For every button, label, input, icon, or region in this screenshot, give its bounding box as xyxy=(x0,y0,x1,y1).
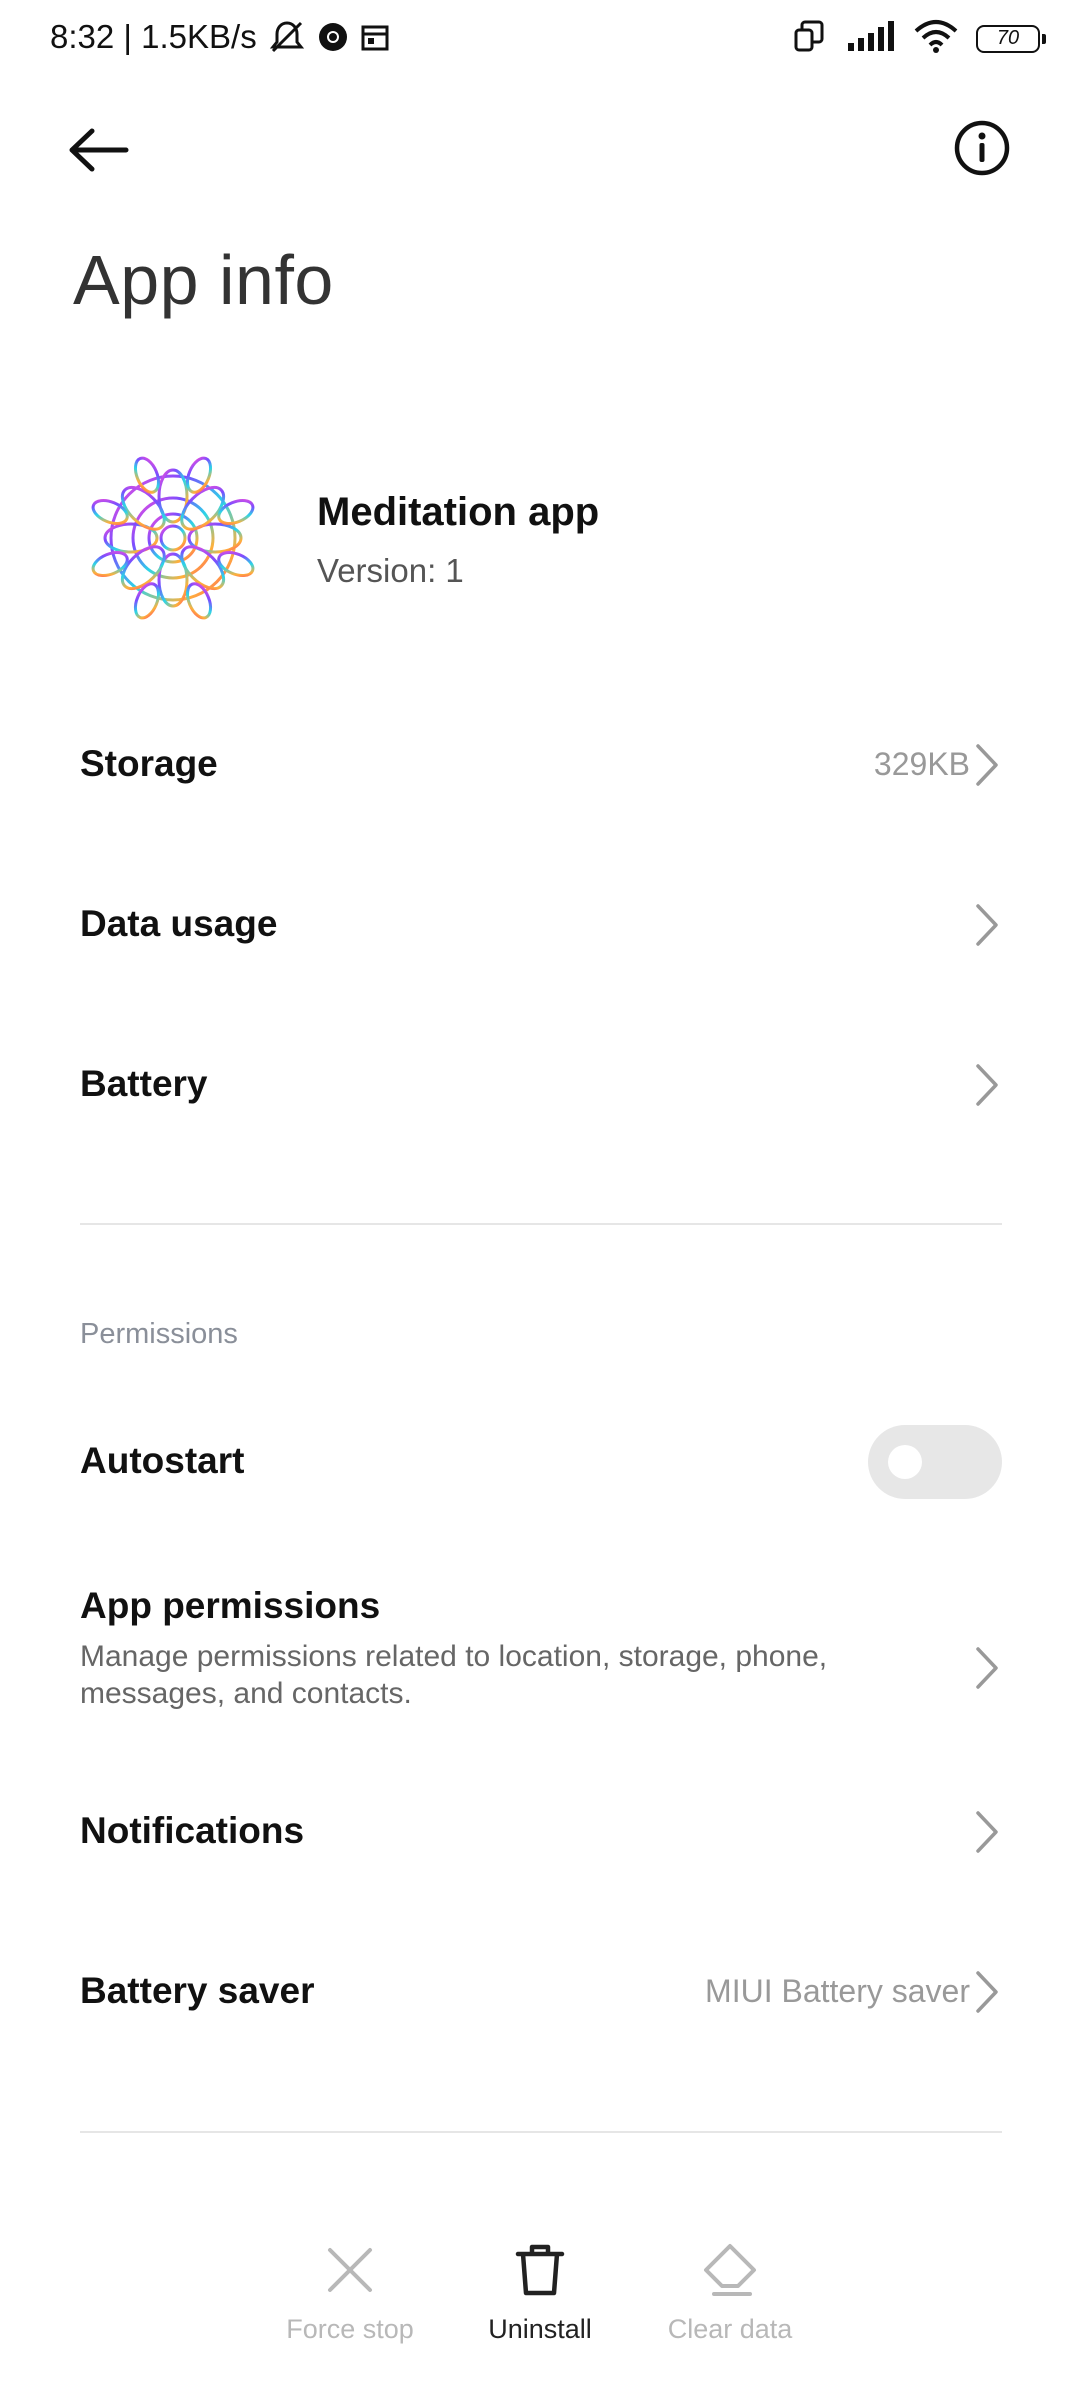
signal-icon xyxy=(846,21,896,56)
page-title: App info xyxy=(73,241,334,319)
battery-icon: 70 xyxy=(976,24,1046,53)
battery-label: Battery xyxy=(80,1063,208,1104)
chevron-right-icon xyxy=(976,1971,998,2013)
app-header: Meditation app Version: 1 xyxy=(83,448,983,628)
data-usage-row[interactable]: Data usage xyxy=(0,855,1080,995)
info-button[interactable] xyxy=(952,118,1012,183)
chevron-right-icon xyxy=(976,904,998,946)
toggle-knob xyxy=(888,1445,922,1479)
chevron-right-icon xyxy=(976,1647,998,1689)
app-icon xyxy=(83,448,263,628)
wifi-icon xyxy=(914,19,958,58)
app-version: Version: 1 xyxy=(317,552,464,589)
silent-mode-icon xyxy=(267,19,307,55)
battery-level: 70 xyxy=(996,27,1020,49)
notifications-row[interactable]: Notifications xyxy=(0,1762,1080,1902)
trash-icon xyxy=(515,2244,565,2296)
divider xyxy=(80,2131,1002,2133)
bottom-action-bar: Force stop Uninstall Clear data xyxy=(0,2240,1080,2380)
battery-saver-row[interactable]: Battery saver MIUI Battery saver xyxy=(0,1922,1080,2062)
uninstall-button[interactable]: Uninstall xyxy=(460,2240,620,2345)
app-name: Meditation app xyxy=(317,490,600,534)
back-button[interactable] xyxy=(68,120,148,180)
force-stop-button[interactable]: Force stop xyxy=(270,2240,430,2345)
chevron-right-icon xyxy=(976,744,998,786)
divider xyxy=(80,1223,1002,1225)
chrome-icon xyxy=(317,21,349,53)
info-icon xyxy=(954,120,1010,176)
autostart-label: Autostart xyxy=(80,1440,245,1481)
battery-saver-label: Battery saver xyxy=(80,1970,315,2011)
force-stop-label: Force stop xyxy=(286,2314,414,2344)
storage-row[interactable]: Storage 329KB xyxy=(0,695,1080,835)
eraser-icon xyxy=(704,2244,756,2296)
app-permissions-description: Manage permissions related to location, … xyxy=(80,1640,828,1710)
storage-value: 329KB xyxy=(873,746,970,782)
app-permissions-label: App permissions xyxy=(80,1585,381,1626)
clear-data-button[interactable]: Clear data xyxy=(650,2240,810,2345)
autostart-toggle[interactable] xyxy=(868,1425,1002,1499)
close-icon xyxy=(328,2248,372,2292)
status-bar: 8:32 | 1.5KB/s 70 xyxy=(0,0,1080,84)
storage-label: Storage xyxy=(80,743,218,784)
screen-mirror-icon xyxy=(792,18,828,59)
calendar-icon xyxy=(359,21,391,53)
status-time-speed: 8:32 | 1.5KB/s xyxy=(50,18,257,55)
notifications-label: Notifications xyxy=(80,1810,305,1851)
chevron-right-icon xyxy=(976,1064,998,1106)
arrow-left-icon xyxy=(69,128,129,172)
permissions-section-label: Permissions xyxy=(80,1318,238,1350)
battery-saver-value: MIUI Battery saver xyxy=(705,1973,970,2009)
status-right: 70 xyxy=(792,18,1046,59)
uninstall-label: Uninstall xyxy=(488,2314,592,2344)
clear-data-label: Clear data xyxy=(667,2314,793,2344)
status-left: 8:32 | 1.5KB/s xyxy=(50,18,391,56)
data-usage-label: Data usage xyxy=(80,903,278,944)
chevron-right-icon xyxy=(976,1811,998,1853)
battery-row[interactable]: Battery xyxy=(0,1015,1080,1155)
